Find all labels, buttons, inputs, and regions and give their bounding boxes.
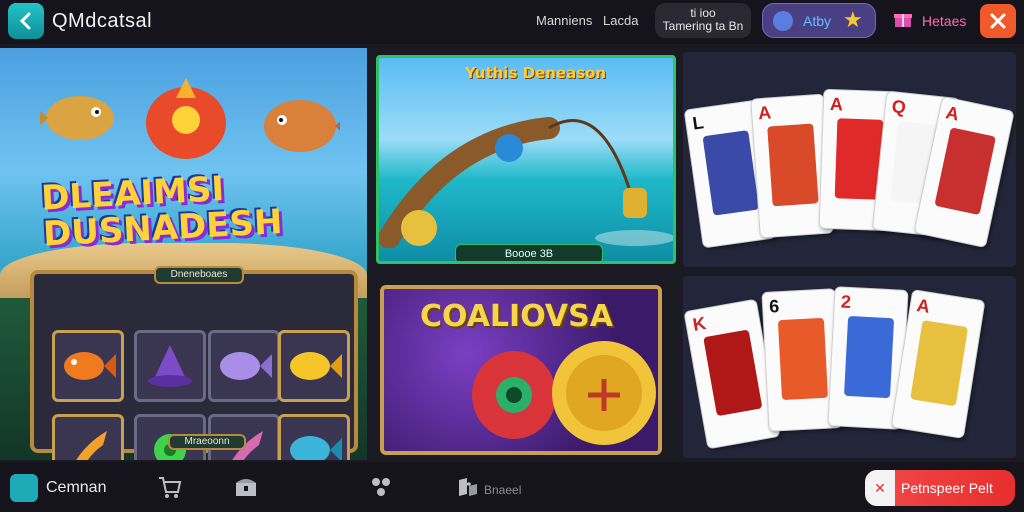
card-rank: A [829,93,844,115]
card-art [910,320,969,407]
star-icon: ★ [843,7,863,32]
coin-fish-illustration [472,341,656,445]
card-rank: 6 [768,296,780,317]
horn-icon [76,431,107,460]
top-menu-item[interactable]: Manniens [536,13,592,28]
fish-illustration [40,78,340,159]
fishing-rod-illustration [379,117,673,248]
card-rank: A [944,102,961,125]
card-art [767,123,819,207]
card-rank: 2 [840,291,852,313]
card-art [703,329,763,417]
slot-panel-label: Dneneboaes [154,266,244,284]
slot-cell[interactable] [134,330,206,402]
cards-game-tile-top[interactable]: L A A Q A [683,52,1016,267]
card-art [777,317,829,401]
home-icon[interactable] [10,474,38,502]
slot-cell[interactable] [52,330,124,402]
cart-icon[interactable] [156,474,182,500]
back-button[interactable] [8,3,44,39]
app-title: QMdcatsal [52,10,153,32]
card-rank: A [757,102,772,124]
card-rank: K [691,312,708,335]
puzzle-icon[interactable] [455,474,481,500]
card-rank: L [691,112,705,134]
beach-game-footer: Boooe 3B [455,244,603,261]
heroes-link[interactable]: Hetaes [922,13,966,29]
slot-cell[interactable] [52,414,124,460]
fish-game-title: DLEAIMSI DUSNADESH [40,169,284,255]
home-nav-label[interactable]: Cemnan [46,479,106,497]
cta-button-label: Petnspeer Pelt [901,480,993,496]
fish-icon [290,352,342,380]
avatar-icon [773,11,793,31]
cards-game-tile-bottom[interactable]: K 6 2 A [683,276,1016,458]
fish-icon [64,352,116,380]
slot-panel: Dneneboaes Mraeoonn [30,266,358,460]
gift-icon[interactable] [893,9,913,29]
activity-button[interactable]: Atby ★ [762,3,876,38]
slot-cell[interactable] [278,414,350,460]
close-button[interactable] [980,4,1016,38]
fish-game-tile[interactable]: DLEAIMSI DUSNADESH Dneneboaes Mraeoonn [0,48,367,460]
close-icon [990,13,1006,29]
top-bar: QMdcatsal Manniens Lacda ti ioo Tamering … [0,0,1024,44]
slot-cell[interactable] [208,330,280,402]
card-art [934,127,996,216]
card-art [702,130,760,216]
slot-cell[interactable] [278,330,350,402]
wizard-hat-icon [148,345,192,387]
info-button[interactable]: ti ioo Tamering ta Bn [655,3,751,38]
gold-game-tile[interactable]: COALIOVSA [380,285,662,455]
dice-icon[interactable] [368,474,394,500]
top-menu-item[interactable]: Lacda [603,13,638,28]
treasure-icon[interactable] [233,474,259,500]
fish-icon [220,352,272,380]
card-rank: A [915,295,932,317]
slot-panel-footer: Mraeoonn [168,434,246,450]
gold-game-title: COALIOVSA [420,299,613,334]
fish-icon [290,436,342,460]
game-lobby-screen: QMdcatsal Manniens Lacda ti ioo Tamering … [0,0,1024,512]
info-button-label: ti ioo Tamering ta Bn [662,6,744,33]
nav-label[interactable]: Bnaeel [484,483,521,497]
close-icon: ✕ [865,470,895,506]
beach-game-title: Yuthis Deneason [465,64,607,82]
beach-game-tile[interactable]: Yuthis Deneason Boooe 3B [376,55,676,264]
card-art [843,315,895,399]
cta-button[interactable]: ✕ Petnspeer Pelt [865,470,1015,506]
activity-label: Atby [803,13,832,29]
back-arrow-icon [19,12,31,30]
card-rank: Q [890,96,907,118]
